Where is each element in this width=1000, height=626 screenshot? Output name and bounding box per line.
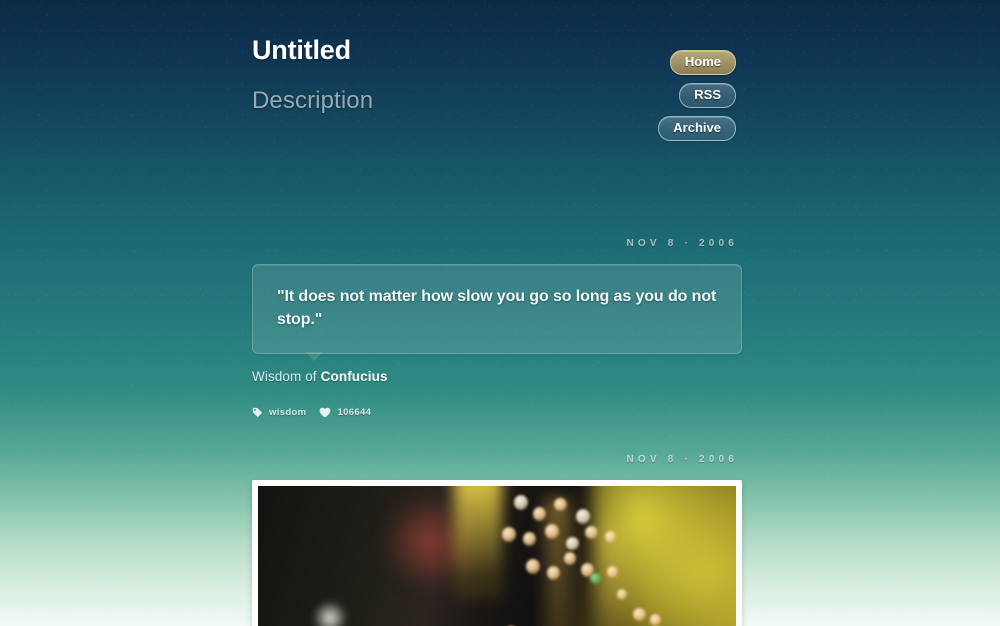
post-notes-label: 106644 bbox=[337, 407, 372, 419]
heart-icon bbox=[319, 407, 331, 418]
photo-image[interactable] bbox=[258, 486, 736, 626]
quote-post: NOV 8 · 2006 "It does not matter how slo… bbox=[252, 238, 742, 418]
quote-bubble-tail bbox=[305, 352, 323, 362]
post-date: NOV 8 · 2006 bbox=[626, 454, 738, 466]
bokeh-light bbox=[544, 524, 559, 540]
main-navigation: Home RSS Archive bbox=[596, 50, 736, 141]
nav-link-archive[interactable]: Archive bbox=[658, 116, 736, 141]
nav-link-home[interactable]: Home bbox=[669, 50, 736, 75]
quote-source-link[interactable]: Confucius bbox=[321, 369, 388, 384]
quote-bubble: "It does not matter how slow you go so l… bbox=[252, 264, 742, 362]
photo-foliage-glow bbox=[592, 486, 736, 626]
post-meta-row: wisdom 106644 bbox=[252, 407, 742, 418]
bokeh-light bbox=[563, 552, 576, 566]
quote-source-prefix: Wisdom of bbox=[252, 369, 317, 385]
photo-yellow-sign bbox=[453, 486, 502, 599]
quote-text: "It does not matter how slow you go so l… bbox=[277, 288, 717, 328]
tag-icon bbox=[252, 407, 263, 418]
post-stream: NOV 8 · 2006 "It does not matter how slo… bbox=[252, 238, 742, 626]
post-tag-label: wisdom bbox=[269, 407, 307, 419]
post-date: NOV 8 · 2006 bbox=[626, 238, 738, 249]
page-wrapper: Untitled Description Home RSS Archive NO… bbox=[0, 0, 1000, 626]
nav-link-rss[interactable]: RSS bbox=[679, 83, 736, 108]
post-tag-wisdom[interactable]: wisdom bbox=[252, 407, 306, 418]
photo-post: NOV 8 · 2006 bbox=[252, 454, 742, 626]
photo-frame[interactable] bbox=[252, 480, 742, 626]
post-notes-count[interactable]: 106644 bbox=[319, 407, 371, 418]
quote-attribution: Wisdom of Confucius bbox=[252, 369, 742, 384]
photo-highlight-streak bbox=[310, 602, 349, 626]
bokeh-light bbox=[633, 608, 646, 622]
